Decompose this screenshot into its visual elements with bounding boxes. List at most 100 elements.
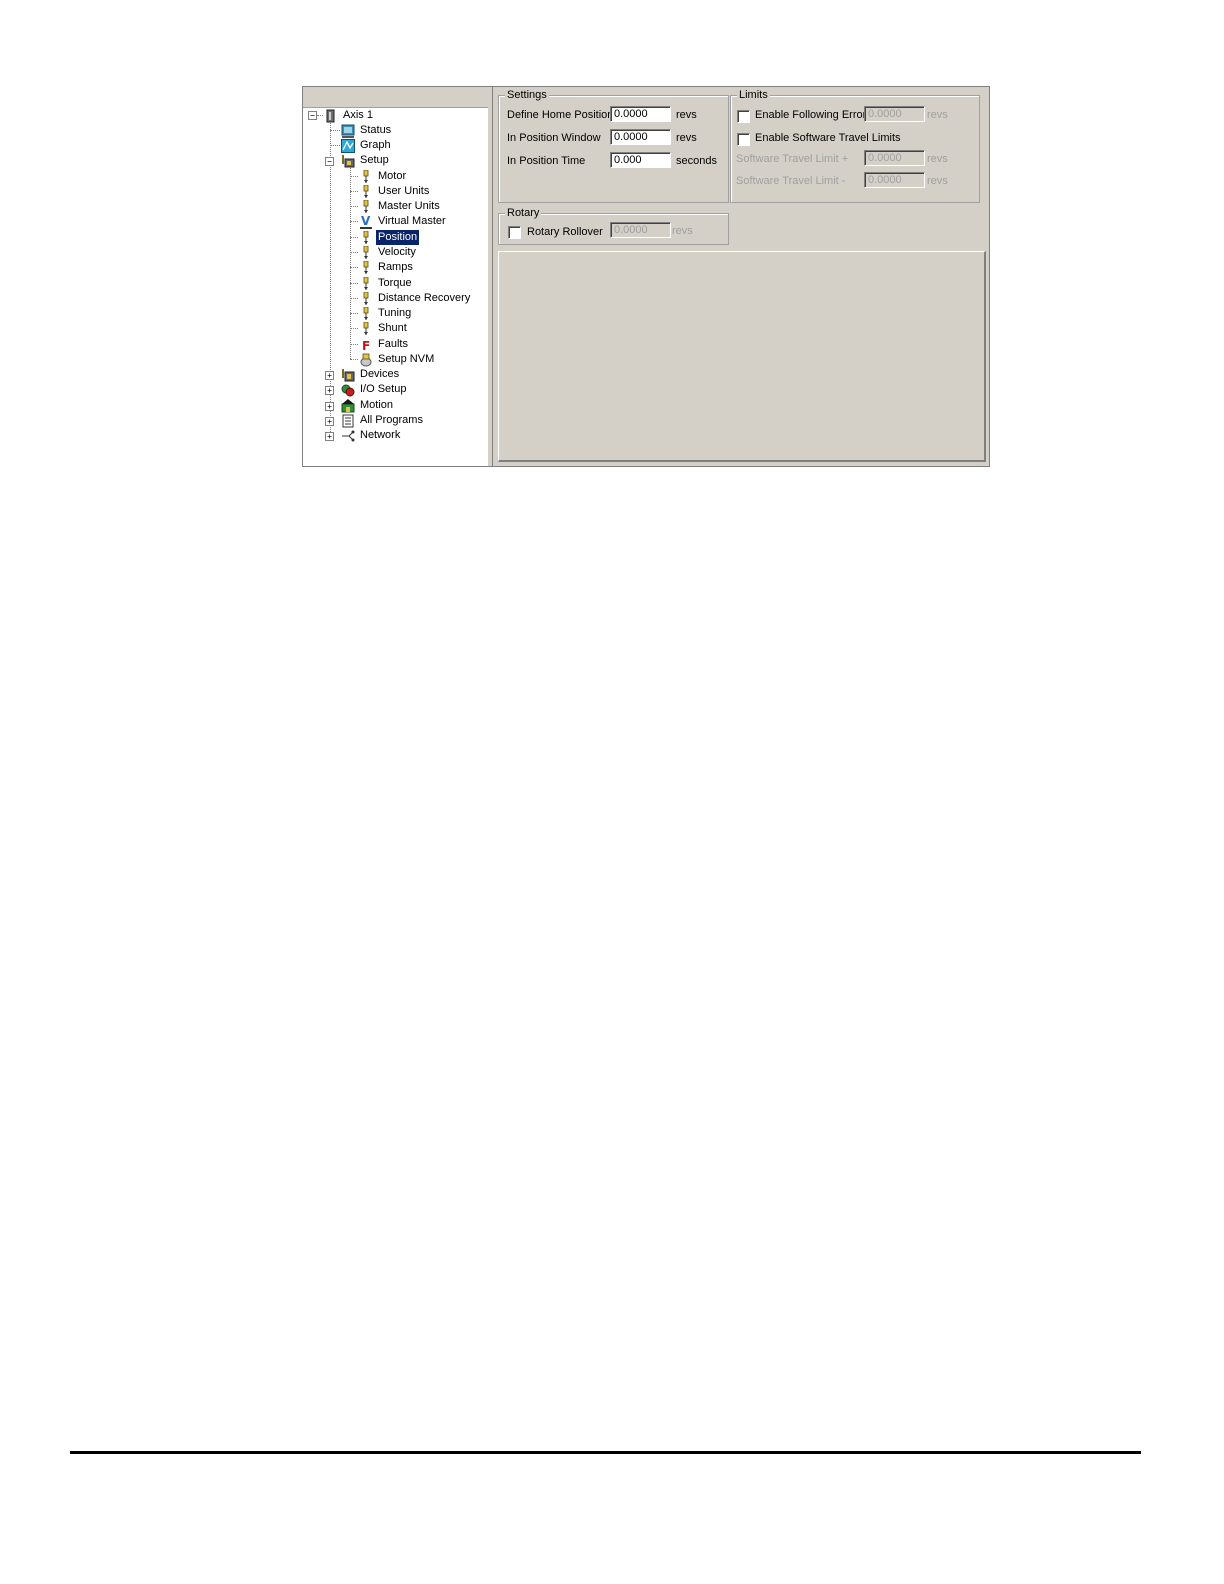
parameter-icon xyxy=(358,230,373,245)
parameter-icon xyxy=(358,291,373,306)
define-home-position-label: Define Home Position xyxy=(507,109,614,121)
svg-text:V: V xyxy=(361,215,371,228)
travel-limit-minus-label: Software Travel Limit - xyxy=(736,175,846,187)
enable-software-travel-limits-checkbox[interactable] xyxy=(737,133,750,146)
in-position-window-field[interactable] xyxy=(610,129,671,145)
tree-item-label: Tuning xyxy=(378,307,412,319)
tree-connector xyxy=(350,252,358,253)
tree-item-label: Setup NVM xyxy=(378,353,435,365)
travel-limit-plus-unit: revs xyxy=(927,153,948,165)
limits-group-title: Limits xyxy=(737,88,770,102)
expand-toggle[interactable]: + xyxy=(325,402,334,411)
parameter-icon xyxy=(358,276,373,291)
tree-item-label: Axis 1 xyxy=(343,109,373,121)
tree-connector xyxy=(350,206,358,207)
tree-connector xyxy=(350,267,358,268)
parameter-icon xyxy=(358,260,373,275)
io-setup-icon xyxy=(340,382,355,397)
rotary-rollover-label: Rotary Rollover xyxy=(527,226,603,238)
parameter-icon xyxy=(358,184,373,199)
parameter-icon xyxy=(358,245,373,260)
expand-toggle[interactable]: + xyxy=(325,432,334,441)
expand-toggle[interactable]: + xyxy=(325,386,334,395)
limits-group: Limits Enable Following Error revs Enabl… xyxy=(730,88,980,203)
tree-connector xyxy=(350,328,358,329)
app-screenshot: − Axis 1 Status Graph − Setup Motor User… xyxy=(302,86,990,467)
rotary-rollover-checkbox[interactable] xyxy=(508,226,521,239)
graph-icon xyxy=(340,138,355,153)
tree-item-label: Faults xyxy=(378,338,408,350)
in-position-time-label: In Position Time xyxy=(507,155,586,167)
tree-connector xyxy=(330,145,340,146)
tree-connector xyxy=(350,344,358,345)
tree-item-label: Shunt xyxy=(378,322,407,334)
settings-group: Settings Define Home Position revs In Po… xyxy=(498,88,729,203)
tree-connector xyxy=(350,359,358,360)
expand-toggle[interactable]: + xyxy=(325,417,334,426)
in-position-window-label: In Position Window xyxy=(507,132,601,144)
tree-item-label: Devices xyxy=(360,368,400,380)
collapse-toggle[interactable]: − xyxy=(325,157,334,166)
tree-item-label: Velocity xyxy=(378,246,416,258)
in-position-window-unit: revs xyxy=(676,132,697,144)
tree-item-label: Motion xyxy=(360,399,394,411)
tree-connector xyxy=(350,298,358,299)
in-position-time-unit: seconds xyxy=(676,155,717,167)
in-position-time-field[interactable] xyxy=(610,152,671,168)
rotary-rollover-field[interactable] xyxy=(610,222,671,238)
travel-limit-plus-field[interactable] xyxy=(864,150,925,166)
expand-toggle[interactable]: + xyxy=(325,371,334,380)
enable-following-error-label: Enable Following Error xyxy=(755,109,867,121)
tree-connector xyxy=(350,283,358,284)
devices-icon xyxy=(340,367,355,382)
rotary-group-title: Rotary xyxy=(505,206,542,220)
faults-icon: F xyxy=(358,337,373,352)
define-home-position-unit: revs xyxy=(676,109,697,121)
footer-rule xyxy=(70,1451,1141,1454)
tree-connector xyxy=(350,168,351,359)
navigation-tree: − Axis 1 Status Graph − Setup Motor User… xyxy=(303,87,489,466)
tree-connector xyxy=(350,221,358,222)
parameter-icon xyxy=(358,199,373,214)
network-icon xyxy=(340,428,355,443)
parameter-icon xyxy=(358,169,373,184)
axis-icon xyxy=(323,108,338,123)
tree-item-label: Ramps xyxy=(378,261,413,273)
tree-item-label: Distance Recovery xyxy=(378,292,471,304)
travel-limit-plus-label: Software Travel Limit + xyxy=(736,153,849,165)
enable-following-error-checkbox[interactable] xyxy=(737,110,750,123)
status-icon xyxy=(340,123,355,138)
following-error-unit: revs xyxy=(927,109,948,121)
nvm-icon xyxy=(358,352,373,367)
tree-item-label: I/O Setup xyxy=(360,383,407,395)
tree-item-label: Setup xyxy=(360,154,389,166)
pane-splitter[interactable] xyxy=(488,87,493,466)
programs-icon xyxy=(340,413,355,428)
tree-item-label: Motor xyxy=(378,170,407,182)
tree-connector xyxy=(330,130,340,131)
svg-text:F: F xyxy=(362,339,370,352)
following-error-field[interactable] xyxy=(864,106,925,122)
settings-group-title: Settings xyxy=(505,88,549,102)
tree-connector xyxy=(350,191,358,192)
setup-icon xyxy=(340,153,355,168)
rotary-rollover-unit: revs xyxy=(672,225,693,237)
tree-item-label: Virtual Master xyxy=(378,215,446,227)
travel-limit-minus-unit: revs xyxy=(927,175,948,187)
tree-item-label: Master Units xyxy=(378,200,440,212)
tree-item-label: Torque xyxy=(378,277,412,289)
tree-item-label: Graph xyxy=(360,139,391,151)
tree-connector xyxy=(350,313,358,314)
define-home-position-field[interactable] xyxy=(610,106,671,122)
enable-software-travel-limits-label: Enable Software Travel Limits xyxy=(755,132,901,144)
parameter-icon xyxy=(358,306,373,321)
tree-connector xyxy=(350,237,358,238)
collapse-toggle[interactable]: − xyxy=(308,111,317,120)
tree-header xyxy=(303,87,488,108)
tree-item-label: Status xyxy=(360,124,392,136)
rotary-group: Rotary Rotary Rollover revs xyxy=(498,206,729,245)
travel-limit-minus-field[interactable] xyxy=(864,172,925,188)
tree-item-label: User Units xyxy=(378,185,430,197)
tree-connector xyxy=(350,176,358,177)
parameter-icon xyxy=(358,321,373,336)
